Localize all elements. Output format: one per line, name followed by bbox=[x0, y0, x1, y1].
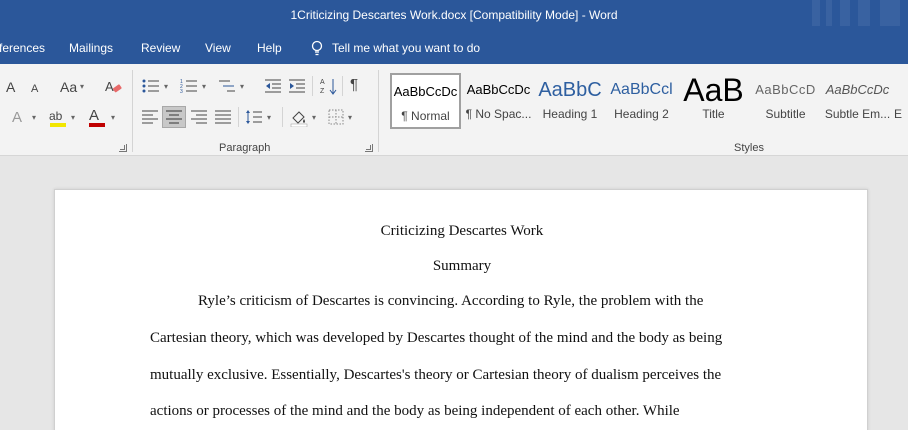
align-left-icon[interactable] bbox=[141, 109, 159, 129]
group-separator bbox=[378, 70, 379, 152]
window-title: 1Criticizing Descartes Work.docx [Compat… bbox=[290, 8, 618, 22]
paragraph-line: Cartesian theory, which was developed by… bbox=[150, 330, 723, 346]
style-name: Heading 2 bbox=[614, 107, 669, 121]
paragraph-line: Ryle’s criticism of Descartes is convinc… bbox=[198, 293, 704, 309]
document-title: Criticizing Descartes Work bbox=[380, 223, 544, 239]
chevron-down-icon[interactable]: ▾ bbox=[164, 82, 168, 91]
increase-indent-icon[interactable] bbox=[288, 78, 306, 98]
multilevel-list-icon[interactable] bbox=[218, 78, 236, 98]
numbering-icon[interactable]: 123 bbox=[180, 78, 198, 98]
tab-view[interactable]: View bbox=[205, 41, 231, 55]
style-subtle-emphasis[interactable]: AaBbCcDc Subtle Em... bbox=[822, 73, 893, 129]
document-heading: Summary bbox=[432, 258, 492, 274]
tab-help[interactable]: Help bbox=[257, 41, 282, 55]
highlight-color-swatch bbox=[50, 123, 66, 127]
shading-icon[interactable] bbox=[290, 109, 308, 131]
chevron-down-icon[interactable]: ▾ bbox=[348, 113, 352, 122]
document-page[interactable]: Criticizing Descartes Work Summary Ryle’… bbox=[54, 189, 868, 430]
style-sample: AaBbCcDc bbox=[393, 84, 458, 99]
style-sample: AaB bbox=[683, 73, 744, 107]
chevron-down-icon[interactable]: ▾ bbox=[32, 113, 36, 122]
sort-icon[interactable]: AZ bbox=[320, 77, 338, 99]
style-title[interactable]: AaB Title bbox=[678, 73, 749, 129]
style-sample: AaBbCcDc bbox=[825, 82, 890, 97]
style-name: Title bbox=[702, 107, 725, 121]
style-heading-2[interactable]: AaBbCcl Heading 2 bbox=[606, 73, 677, 129]
document-area: Criticizing Descartes Work Summary Ryle’… bbox=[0, 157, 908, 430]
tell-me-text: Tell me what you want to do bbox=[332, 41, 481, 55]
style-sample: AaBbCcD bbox=[755, 82, 816, 97]
align-right-icon[interactable] bbox=[190, 109, 208, 129]
text-effects-icon[interactable]: A bbox=[12, 110, 22, 126]
tab-review[interactable]: Review bbox=[141, 41, 180, 55]
tab-mailings[interactable]: Mailings bbox=[69, 41, 113, 55]
style-sample: AaBbCcl bbox=[610, 81, 673, 98]
borders-icon[interactable] bbox=[328, 109, 344, 129]
ribbon: A A Aa ▾ A A ▾ ab ▾ A ▾ ▾ 123 ▾ ▾ AZ ¶ ▾… bbox=[0, 64, 908, 156]
clear-formatting-icon[interactable]: A bbox=[104, 77, 122, 99]
style-name: Subtle Em... bbox=[824, 107, 891, 121]
chevron-down-icon[interactable]: ▾ bbox=[202, 82, 206, 91]
line-spacing-icon[interactable] bbox=[245, 109, 263, 129]
title-bar: 1Criticizing Descartes Work.docx [Compat… bbox=[0, 0, 908, 32]
style-name: ¶ No Spac... bbox=[465, 107, 532, 121]
font-color-swatch bbox=[89, 123, 105, 127]
paragraph-dialog-launcher-icon[interactable] bbox=[365, 144, 373, 152]
divider bbox=[312, 76, 313, 96]
paragraph-line: mutually exclusive. Essentially, Descart… bbox=[150, 367, 722, 383]
style-heading-1[interactable]: AaBbC Heading 1 bbox=[534, 73, 606, 129]
group-separator bbox=[132, 70, 133, 152]
divider bbox=[282, 107, 283, 127]
justify-icon[interactable] bbox=[214, 109, 232, 129]
highlight-icon[interactable]: ab bbox=[49, 108, 62, 124]
divider bbox=[238, 107, 239, 127]
style-no-spacing[interactable]: AaBbCcDc ¶ No Spac... bbox=[462, 73, 535, 129]
styles-group-label: Styles bbox=[734, 142, 764, 154]
divider bbox=[342, 76, 343, 96]
ribbon-tabs: ferences Mailings Review View Help Tell … bbox=[0, 32, 908, 64]
style-name: Subtitle bbox=[765, 107, 806, 121]
style-name: ¶ Normal bbox=[401, 109, 450, 123]
chevron-down-icon[interactable]: ▾ bbox=[240, 82, 244, 91]
shrink-font-icon[interactable]: A bbox=[31, 81, 38, 97]
tab-references[interactable]: ferences bbox=[0, 41, 45, 55]
style-subtitle[interactable]: AaBbCcD Subtitle bbox=[750, 73, 821, 129]
decrease-indent-icon[interactable] bbox=[264, 78, 282, 98]
style-name: Heading 1 bbox=[542, 107, 598, 121]
tell-me-box[interactable]: Tell me what you want to do bbox=[311, 40, 480, 56]
style-sample: AaBbC bbox=[538, 79, 602, 101]
svg-text:Z: Z bbox=[320, 88, 325, 95]
change-case-icon[interactable]: Aa bbox=[60, 79, 77, 95]
lightbulb-icon bbox=[311, 40, 323, 56]
align-center-icon bbox=[165, 109, 183, 129]
chevron-down-icon[interactable]: ▾ bbox=[312, 113, 316, 122]
font-dialog-launcher-icon[interactable] bbox=[119, 144, 127, 152]
svg-text:A: A bbox=[105, 79, 114, 94]
grow-font-icon[interactable]: A bbox=[6, 79, 15, 95]
style-normal[interactable]: AaBbCcDc ¶ Normal bbox=[390, 73, 461, 129]
svg-text:3: 3 bbox=[180, 89, 183, 94]
style-sample: AaBbCcDc bbox=[466, 82, 531, 97]
svg-text:A: A bbox=[320, 79, 325, 86]
chevron-down-icon[interactable]: ▾ bbox=[111, 113, 115, 122]
font-color-icon[interactable]: A bbox=[89, 108, 99, 124]
show-formatting-icon[interactable]: ¶ bbox=[350, 77, 358, 93]
style-name: E bbox=[894, 107, 903, 121]
chevron-down-icon[interactable]: ▾ bbox=[71, 113, 75, 122]
paragraph-group-label: Paragraph bbox=[219, 142, 271, 154]
bullets-icon[interactable] bbox=[142, 78, 160, 98]
style-sample bbox=[894, 73, 908, 107]
style-emphasis[interactable]: E bbox=[894, 73, 908, 129]
chevron-down-icon[interactable]: ▾ bbox=[80, 82, 84, 91]
chevron-down-icon[interactable]: ▾ bbox=[267, 113, 271, 122]
paragraph-line: actions or processes of the mind and the… bbox=[150, 403, 680, 419]
